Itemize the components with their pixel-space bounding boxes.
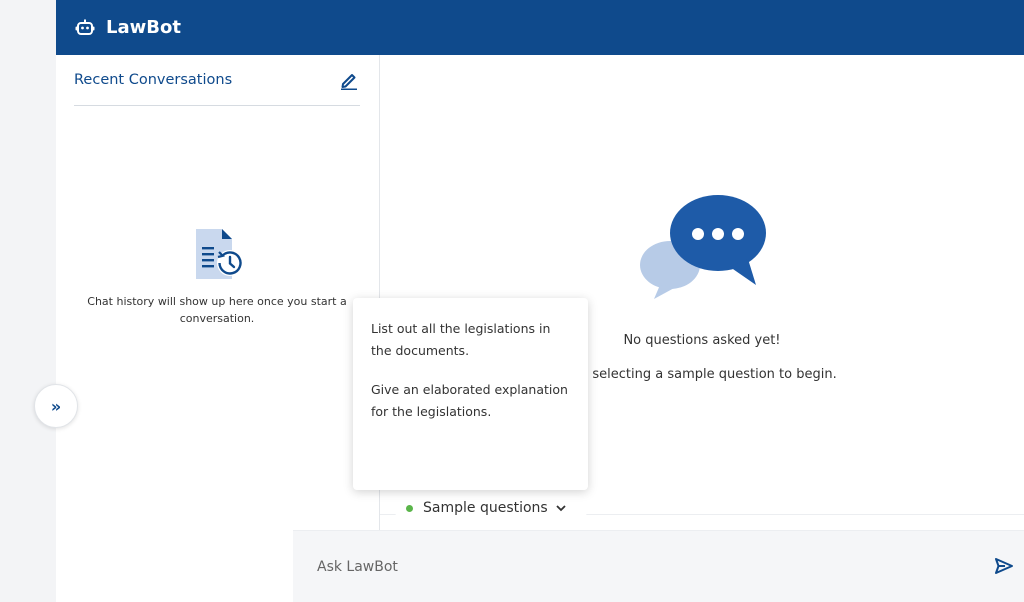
sample-question-item[interactable]: Give an elaborated explanation for the l… [371,379,570,423]
chat-input-bar [293,530,1024,602]
chat-bubbles-icon [638,193,768,303]
history-empty-state: Chat history will show up here once you … [80,227,354,327]
sample-question-item[interactable]: List out all the legislations in the doc… [371,318,570,362]
conversation-sidebar: Recent Conversations Chat history will s… [56,55,380,602]
send-icon[interactable] [994,557,1016,577]
edit-icon[interactable] [338,69,360,91]
expand-sidebar-button[interactable]: » [34,384,78,428]
sample-questions-label: Sample questions [423,500,548,516]
double-chevron-right-icon: » [50,396,62,416]
sample-questions-popover: List out all the legislations in the doc… [353,298,588,490]
document-history-icon [188,227,246,285]
history-empty-message: Chat history will show up here once you … [87,295,347,325]
sidebar-header: Recent Conversations [74,55,360,106]
app-title: LawBot [106,17,181,38]
chevron-down-icon [556,502,566,515]
status-dot [406,504,413,512]
sample-questions-toggle[interactable]: Sample questions [394,494,588,522]
robot-icon [74,17,96,39]
sidebar-title: Recent Conversations [74,72,233,88]
chat-input[interactable] [317,558,957,575]
header-bar: LawBot [56,0,1024,55]
